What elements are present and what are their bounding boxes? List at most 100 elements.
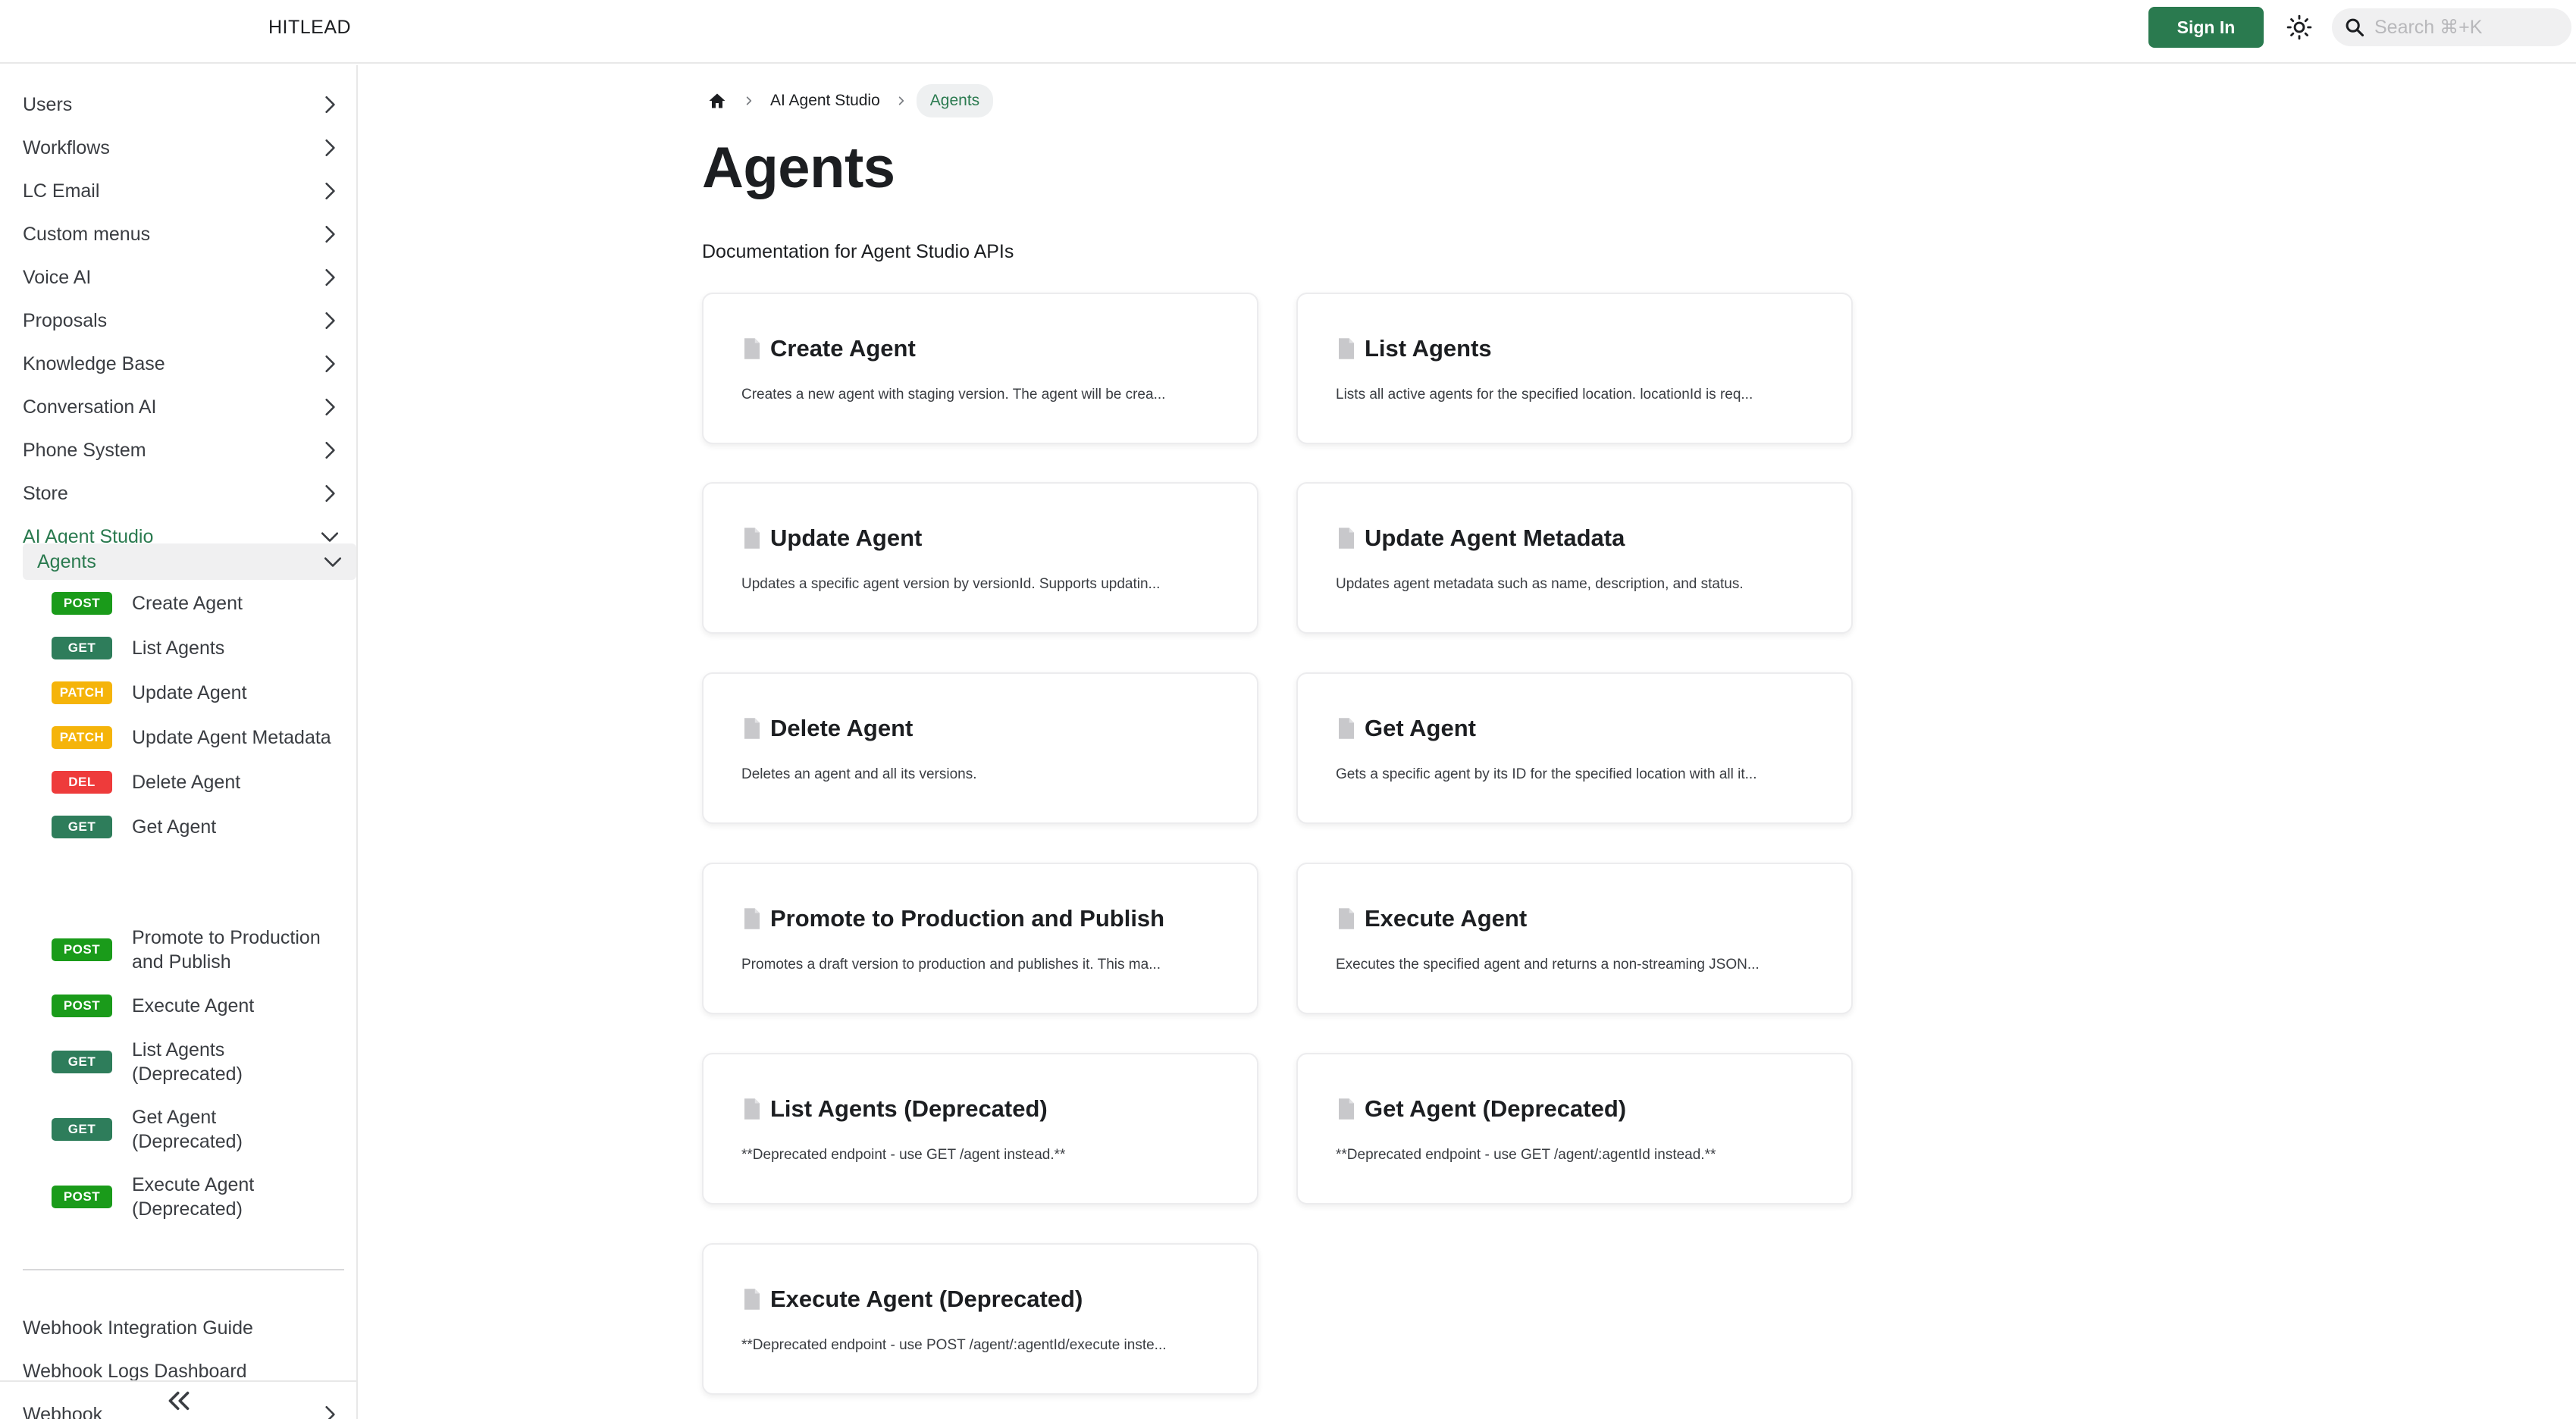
doc-card-get-agent[interactable]: Get Agent Gets a specific agent by its I… <box>1296 672 1853 824</box>
chevron-right-icon <box>325 312 335 330</box>
chevron-right-icon <box>325 355 335 373</box>
doc-card-execute-agent-deprecated[interactable]: Execute Agent (Deprecated) **Deprecated … <box>702 1243 1258 1395</box>
chevron-right-icon <box>325 268 335 287</box>
brand-logo[interactable]: HITLEAD <box>268 17 351 39</box>
sidebar-item-lc-email[interactable]: LC Email <box>23 172 346 210</box>
sign-in-button[interactable]: Sign In <box>2148 7 2264 48</box>
card-description: Gets a specific agent by its ID for the … <box>1336 766 1757 782</box>
page-title: Agents <box>702 136 895 200</box>
sidebar-item-phone-system[interactable]: Phone System <box>23 431 346 469</box>
endpoint-label: Promote to Production and Publish <box>132 927 321 973</box>
sidebar-item-label: Voice AI <box>23 266 92 288</box>
sidebar-item-workflows[interactable]: Workflows <box>23 129 346 167</box>
card-description: Updates a specific agent version by vers… <box>741 576 1161 592</box>
card-description: Promotes a draft version to production a… <box>741 957 1161 973</box>
sidebar-endpoint-delete-agent[interactable]: DEL Delete Agent <box>52 766 355 798</box>
card-title: Update Agent Metadata <box>1365 525 1625 551</box>
card-title: Create Agent <box>770 335 916 362</box>
sidebar-item-store[interactable]: Store <box>23 475 346 512</box>
sidebar-endpoint-list-agents[interactable]: GET List Agents <box>52 632 355 664</box>
breadcrumb: AI Agent Studio Agents <box>700 82 994 120</box>
sidebar-endpoint-execute-agent[interactable]: POST Execute Agent <box>52 990 355 1022</box>
doc-card-delete-agent[interactable]: Delete Agent Deletes an agent and all it… <box>702 672 1258 824</box>
chevron-right-icon <box>325 182 335 200</box>
sidebar-item-label: Workflows <box>23 136 110 158</box>
document-icon <box>1339 1098 1354 1120</box>
sidebar-item-label: Conversation AI <box>23 396 157 418</box>
sidebar-endpoint-update-agent[interactable]: PATCH Update Agent <box>52 677 355 709</box>
endpoint-label: List Agents <box>132 637 225 659</box>
doc-card-get-agent-deprecated[interactable]: Get Agent (Deprecated) **Deprecated endp… <box>1296 1053 1853 1204</box>
doc-card-create-agent[interactable]: Create Agent Creates a new agent with st… <box>702 293 1258 444</box>
sidebar-item-label: Knowledge Base <box>23 352 165 374</box>
card-title: Delete Agent <box>770 715 914 741</box>
doc-card-list-agents-deprecated[interactable]: List Agents (Deprecated) **Deprecated en… <box>702 1053 1258 1204</box>
doc-card-execute-agent[interactable]: Execute Agent Executes the specified age… <box>1296 863 1853 1014</box>
search-input[interactable]: Search ⌘+K <box>2332 8 2571 46</box>
sidebar-item-conversation-ai[interactable]: Conversation AI <box>23 388 346 426</box>
method-badge-del: DEL <box>52 771 112 794</box>
card-description: Lists all active agents for the specifie… <box>1336 387 1753 403</box>
home-icon <box>709 93 725 108</box>
sidebar-subgroup-agents[interactable]: Agents <box>23 543 356 580</box>
card-title: List Agents (Deprecated) <box>770 1095 1048 1122</box>
sidebar-endpoint-create-agent[interactable]: POST Create Agent <box>52 587 355 619</box>
card-title: Promote to Production and Publish <box>770 905 1165 932</box>
sidebar-item-proposals[interactable]: Proposals <box>23 302 346 340</box>
card-description: **Deprecated endpoint - use GET /agent i… <box>741 1147 1066 1163</box>
document-icon <box>1339 338 1354 359</box>
chevron-right-icon <box>325 225 335 243</box>
card-title: List Agents <box>1365 335 1492 362</box>
chevron-right-icon <box>325 441 335 459</box>
doc-card-update-agent-metadata[interactable]: Update Agent Metadata Updates agent meta… <box>1296 482 1853 634</box>
document-icon <box>744 908 760 929</box>
endpoint-label: Get Agent <box>132 816 217 838</box>
endpoint-label: Create Agent <box>132 593 243 614</box>
doc-card-promote-to-production[interactable]: Promote to Production and Publish Promot… <box>702 863 1258 1014</box>
document-icon <box>1339 528 1354 549</box>
method-badge-get: GET <box>52 1051 112 1073</box>
sidebar-endpoint-promote-to-production[interactable]: POST Promote to Production and Publish <box>52 922 355 978</box>
method-badge-post: POST <box>52 592 112 615</box>
sidebar-item-label: LC Email <box>23 180 100 202</box>
breadcrumb-ai-agent-studio[interactable]: AI Agent Studio <box>764 92 886 110</box>
chevron-down-icon <box>324 557 342 567</box>
endpoint-label: Update Agent Metadata <box>132 727 331 748</box>
sidebar-item-label: Proposals <box>23 309 108 331</box>
sidebar: Users Workflows LC Email Custom menus Vo… <box>0 65 358 1419</box>
endpoint-label: Delete Agent <box>132 772 241 793</box>
collapse-sidebar-button[interactable] <box>0 1380 358 1419</box>
method-badge-patch: PATCH <box>52 681 112 704</box>
endpoint-label: List Agents (Deprecated) <box>132 1039 243 1085</box>
sidebar-item-webhook-integration-guide[interactable]: Webhook Integration Guide <box>23 1309 346 1347</box>
card-description: Deletes an agent and all its versions. <box>741 766 977 782</box>
sidebar-endpoint-list-agents-deprecated[interactable]: GET List Agents (Deprecated) <box>52 1034 355 1090</box>
sidebar-item-users[interactable]: Users <box>23 86 346 124</box>
breadcrumb-home[interactable] <box>700 84 734 117</box>
sidebar-endpoint-get-agent[interactable]: GET Get Agent <box>52 811 355 843</box>
sidebar-item-custom-menus[interactable]: Custom menus <box>23 215 346 253</box>
breadcrumb-separator-icon <box>886 96 917 106</box>
sidebar-divider <box>23 1269 344 1270</box>
sidebar-endpoint-update-agent-metadata[interactable]: PATCH Update Agent Metadata <box>52 722 355 753</box>
endpoint-label: Get Agent (Deprecated) <box>132 1107 243 1152</box>
sidebar-endpoint-execute-agent-deprecated[interactable]: POST Execute Agent (Deprecated) <box>52 1169 355 1225</box>
endpoint-label: Execute Agent (Deprecated) <box>132 1174 255 1220</box>
sidebar-item-voice-ai[interactable]: Voice AI <box>23 258 346 296</box>
chevron-right-icon <box>325 96 335 114</box>
chevron-right-icon <box>325 139 335 157</box>
theme-toggle-button[interactable] <box>2282 10 2317 45</box>
sidebar-item-label: Store <box>23 482 68 504</box>
card-description: Executes the specified agent and returns… <box>1336 957 1760 973</box>
doc-card-list-agents[interactable]: List Agents Lists all active agents for … <box>1296 293 1853 444</box>
doc-card-update-agent[interactable]: Update Agent Updates a specific agent ve… <box>702 482 1258 634</box>
double-chevron-left-icon <box>168 1391 190 1410</box>
sidebar-item-label: Users <box>23 93 73 115</box>
method-badge-get: GET <box>52 637 112 659</box>
sidebar-endpoint-get-agent-deprecated[interactable]: GET Get Agent (Deprecated) <box>52 1101 355 1157</box>
card-description: Updates agent metadata such as name, des… <box>1336 576 1744 592</box>
card-description: **Deprecated endpoint - use GET /agent/:… <box>1336 1147 1716 1163</box>
card-title: Execute Agent <box>1365 905 1528 932</box>
sidebar-item-knowledge-base[interactable]: Knowledge Base <box>23 345 346 383</box>
card-description: Creates a new agent with staging version… <box>741 387 1166 403</box>
